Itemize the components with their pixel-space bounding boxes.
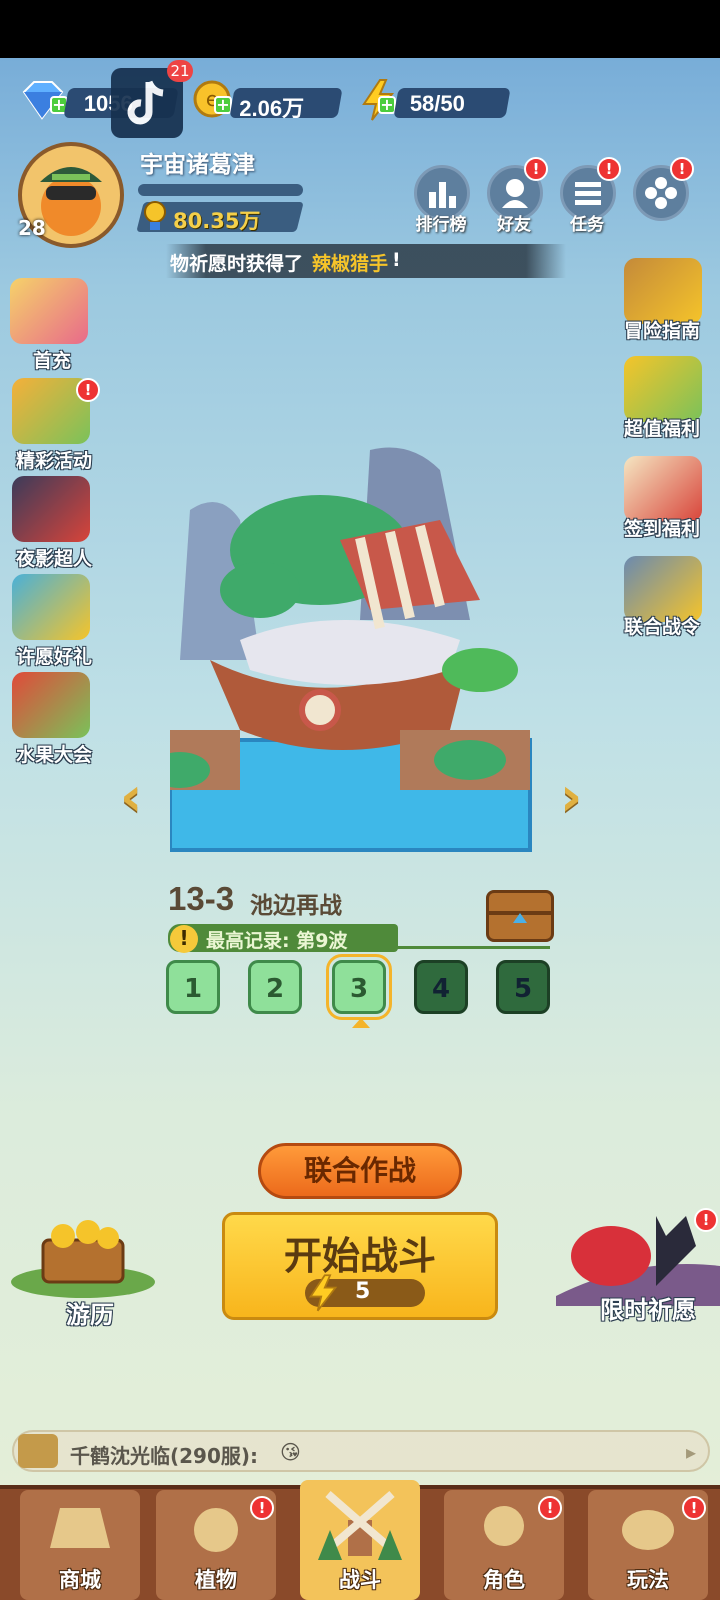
- chest-gem-icon: [489, 911, 551, 923]
- player-level: 28: [18, 216, 46, 240]
- prev-stage-arrow[interactable]: ‹: [120, 765, 142, 828]
- chat-expand-icon[interactable]: ▸: [686, 1440, 696, 1464]
- nav-plants-label: 植物: [195, 1568, 237, 1592]
- wish-gift-button[interactable]: [12, 574, 90, 640]
- nav-shop[interactable]: 商城: [20, 1490, 140, 1600]
- treasure-chest-icon: [11, 1220, 155, 1298]
- add-coins-button[interactable]: +: [214, 96, 232, 114]
- level-5-button[interactable]: 5: [496, 960, 550, 1014]
- windmill-icon: [318, 1490, 402, 1560]
- signin-welfare-label: 签到福利: [623, 518, 700, 540]
- nav-battle-label: 战斗: [339, 1568, 381, 1592]
- night-hero-label: 夜影超人: [15, 548, 92, 570]
- more-badge: !: [670, 157, 694, 181]
- night-hero-button[interactable]: [12, 476, 90, 542]
- next-stage-arrow[interactable]: ›: [560, 765, 582, 828]
- coins-display: 2.06万: [229, 88, 343, 121]
- marquee-highlight: 辣椒猎手: [312, 253, 389, 275]
- trophy-value: 80.35万: [173, 209, 261, 233]
- nav-characters-badge: !: [538, 1496, 562, 1520]
- stage-chest-icon[interactable]: [486, 890, 554, 942]
- broadcast-marquee: 物祈愿时获得了 辣椒猎手 !: [166, 244, 566, 278]
- tiktok-badge: 21: [167, 60, 193, 82]
- marquee-suffix: !: [392, 249, 401, 271]
- selected-level-pointer: [352, 1018, 370, 1028]
- battle-pass-label: 联合战令: [623, 616, 700, 638]
- level-3-button[interactable]: 3: [326, 954, 392, 1020]
- journey-button[interactable]: [8, 1220, 158, 1300]
- nav-gameplay-badge: !: [682, 1496, 706, 1520]
- stage-island-map[interactable]: [170, 440, 540, 860]
- tasks-label: 任务: [570, 215, 604, 235]
- info-icon: !: [170, 925, 198, 953]
- level-1-button[interactable]: 1: [166, 960, 220, 1014]
- best-record: 最高记录: 第9波: [206, 930, 348, 952]
- first-recharge-label: 首充: [32, 350, 71, 372]
- nav-plants-badge: !: [250, 1496, 274, 1520]
- trophy-icon: [144, 201, 166, 230]
- character-icon: [484, 1506, 524, 1546]
- leaderboard-label: 排行榜: [415, 215, 467, 235]
- fruit-fair-label: 水果大会: [15, 744, 92, 766]
- chat-sender: 千鹤沈光临(290服):: [70, 1444, 259, 1468]
- status-bar: [0, 0, 720, 58]
- adventure-guide-button[interactable]: [624, 258, 702, 324]
- level-2-button[interactable]: 2: [248, 960, 302, 1014]
- coins-value: 2.06万: [239, 96, 305, 121]
- level-4-button[interactable]: 4: [414, 960, 468, 1014]
- nav-shop-label: 商城: [59, 1568, 101, 1592]
- energy-cost-icon: [308, 1274, 338, 1312]
- events-label: 精彩活动: [15, 450, 92, 472]
- fruit-fair-button[interactable]: [12, 672, 90, 738]
- wish-gift-label: 许愿好礼: [15, 646, 92, 668]
- chat-bubble-icon: [18, 1434, 58, 1468]
- limited-wish-badge: !: [694, 1208, 718, 1232]
- stage-number: 13-3: [168, 880, 235, 917]
- friends-badge: !: [524, 157, 548, 181]
- friends-label: 好友: [497, 215, 531, 235]
- record-divider: [390, 946, 550, 949]
- value-welfare-label: 超值福利: [623, 418, 700, 440]
- chat-bar[interactable]: 千鹤沈光临(290服): 😘 ▸: [12, 1430, 710, 1472]
- energy-value: 58/50: [409, 91, 465, 116]
- nav-battle[interactable]: 战斗: [300, 1480, 420, 1600]
- add-energy-button[interactable]: +: [378, 96, 396, 114]
- energy-display: 58/50: [393, 88, 511, 118]
- adventure-guide-label: 冒险指南: [623, 320, 700, 342]
- start-battle-button[interactable]: 开始战斗 5: [222, 1212, 498, 1320]
- value-welfare-button[interactable]: [624, 356, 702, 422]
- journey-label: 游历: [66, 1301, 114, 1329]
- nav-gameplay-label: 玩法: [627, 1568, 669, 1592]
- events-badge: !: [76, 378, 100, 402]
- stage-name: 池边再战: [250, 893, 342, 919]
- xp-bar: [138, 184, 303, 196]
- start-cost-value: 5: [355, 1279, 371, 1304]
- player-name: 宇宙诸葛津: [140, 152, 255, 178]
- plants-icon: [194, 1508, 238, 1552]
- nav-characters-label: 角色: [483, 1568, 525, 1592]
- gameplay-icon: [622, 1510, 674, 1550]
- limited-wish-label: 限时祈愿: [600, 1296, 696, 1324]
- first-recharge-button[interactable]: [10, 278, 88, 344]
- signin-welfare-button[interactable]: [624, 456, 702, 522]
- marquee-prefix: 物祈愿时获得了: [170, 253, 304, 275]
- shop-icon: [50, 1508, 110, 1548]
- tasks-badge: !: [597, 157, 621, 181]
- start-battle-label: 开始战斗: [283, 1234, 436, 1278]
- coop-battle-button[interactable]: 联合作战: [258, 1143, 462, 1199]
- chat-emoji: 😘: [280, 1440, 301, 1464]
